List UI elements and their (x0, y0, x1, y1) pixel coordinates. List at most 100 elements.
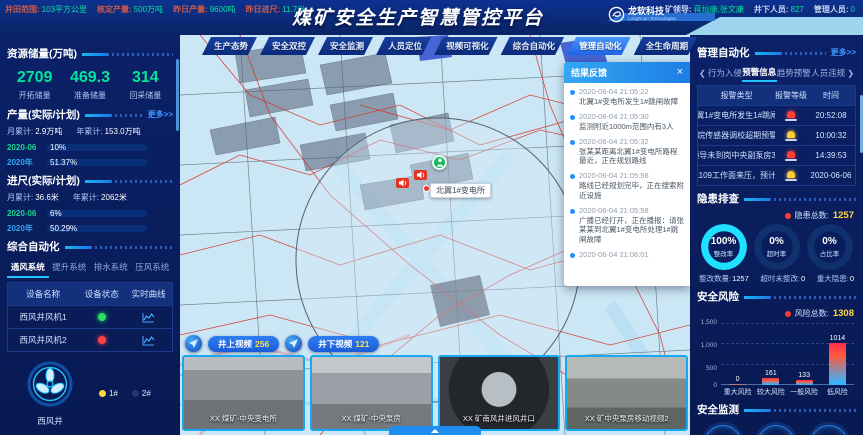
broadcast-alarm-icon[interactable] (414, 169, 427, 181)
tabs-prev-icon[interactable]: ❮ (697, 69, 708, 78)
legend-item-2[interactable]: 2# (132, 389, 151, 398)
broadcast-alarm-icon[interactable] (396, 177, 409, 189)
video-thumbnail[interactable]: XX 煤矿-中央变电所 (182, 355, 305, 431)
fan-label: 西风井 (7, 415, 93, 427)
alarm-row[interactable]: 某领导未到岗中央副泵房3-3... 14:39:53 (698, 146, 855, 166)
alarm-bell-icon (785, 111, 797, 121)
page-title: 煤矿安全生产智慧管控平台 (292, 3, 544, 30)
hazard-gauges: 100%整改率 0%超时率 0%占比率 (697, 224, 856, 270)
device-row[interactable]: 西风井风机1 (8, 306, 172, 329)
feedback-item: 2020-06-04 21:05:32张某某距离北翼1#变电所路程最近，正在规划… (564, 133, 690, 168)
alarm-bell-icon (785, 171, 797, 181)
video-thumbnails: XX 煤矿-中央变电所 XX 煤矿-中央泵房 XX 矿南风井进风井口 XX 矿中… (182, 355, 688, 431)
logo-swirl-icon (608, 6, 625, 23)
main-nav: 生产态势 安全双控 安全监测 人员定位 视频可视化 综合自动化 管理自动化 全生… (202, 37, 697, 55)
mine-map[interactable]: 北翼1#变电所 结果反馈 × 2020-06-04 21:05:22北翼1#变电… (180, 35, 690, 435)
tab-drainage-system[interactable]: 排水系统 (90, 258, 132, 278)
curve-chart-icon[interactable] (142, 335, 155, 346)
fan-status-area: 西风井 1# 2# (7, 360, 173, 427)
footage-cumulative: 月累计:36.6米 年累计:2062米 (7, 192, 173, 203)
tab-personnel-location[interactable]: 人员定位 (376, 37, 431, 55)
risk-total: 风险总数:1308 (699, 308, 854, 319)
video-buttons: 井上视频256 井下视频121 (185, 335, 688, 352)
collapse-video-strip-button[interactable] (389, 426, 481, 435)
stat-underground-personnel: 井下人员:827 (754, 4, 804, 15)
underground-video-icon-button[interactable] (285, 335, 302, 352)
tab-trend-warning[interactable]: 趋势预警 (777, 65, 811, 81)
tab-personnel-violation[interactable]: 人员违规 (811, 65, 845, 81)
video-thumbnail[interactable]: XX 矿南风井进风井口 (438, 355, 561, 431)
hazard-total: 隐患总数:1257 (699, 210, 854, 221)
tabs-next-icon[interactable]: ❯ (845, 69, 856, 78)
person-icon (436, 158, 444, 167)
legend-item-1[interactable]: 1# (99, 389, 118, 398)
bar-major-risk: 0 (721, 323, 754, 385)
red-dot-icon (785, 213, 791, 219)
alarm-row[interactable]: 甲烷传感器调校超期预警... 10:00:32 (698, 126, 855, 146)
tab-safety-monitoring[interactable]: 安全监测 (318, 37, 373, 55)
tab-full-lifecycle[interactable]: 全生命周期 (634, 37, 698, 55)
tab-production-situation[interactable]: 生产态势 (202, 37, 257, 55)
section-reserves-header: 资源储量(万吨) (7, 46, 173, 61)
section-footage-header: 进尺(实际/计划) (7, 173, 173, 188)
curve-chart-icon[interactable] (142, 312, 155, 323)
section-automation-header: 综合自动化 (7, 239, 173, 254)
alarm-tabs: ❮ 行为入侵 预警信息 趋势预警 人员违规 ❯ (697, 64, 856, 82)
tab-behavior-intrusion[interactable]: 行为入侵 (708, 65, 742, 81)
gauge-proportion-rate: 0%占比率 (807, 224, 853, 270)
substation-marker-label[interactable]: 北翼1#变电所 (430, 183, 491, 198)
tab-warning-info[interactable]: 预警信息 (742, 64, 776, 82)
output-cumulative: 月累计:2.9万吨 年累计:153.0万吨 (7, 126, 173, 137)
surface-video-icon-button[interactable] (185, 335, 202, 352)
reserve-item: 469.3准备储量 (62, 69, 117, 101)
automation-tabs: 通风系统 提升系统 排水系统 压风系统 (7, 258, 173, 278)
monitor-items: 断电数量: 0 报警数量: 0 故障数量: 0 (697, 425, 856, 435)
left-panel-scrollbar[interactable] (176, 59, 179, 131)
section-hazard-header: 隐患排查 (697, 191, 856, 206)
reserves-values: 2709开拓储量 469.3准备储量 314回采储量 (7, 69, 173, 101)
tab-ventilation-system[interactable]: 通风系统 (7, 258, 49, 278)
tab-hoisting-system[interactable]: 提升系统 (49, 258, 91, 278)
surface-video-button[interactable]: 井上视频256 (208, 336, 279, 352)
section-monitor-header: 安全监测 (697, 402, 856, 417)
section-management-header: 管理自动化更多>> (697, 45, 856, 60)
output-year-bar: 2020年51.37% (7, 157, 173, 168)
person-location-pin[interactable] (432, 155, 447, 170)
alarm-row[interactable]: 北翼1#变电所发生1#跳闸... 20:52:08 (698, 106, 855, 126)
device-table: 设备名称 设备状态 实时曲线 西风井风机1 西风井风机2 (7, 282, 173, 352)
reserve-item: 2709开拓储量 (7, 69, 62, 101)
monitor-power-cut: 断电数量: 0 (704, 425, 742, 435)
video-thumbnail[interactable]: XX 煤矿-中央泵房 (310, 355, 433, 431)
reserve-item: 314回采储量 (118, 69, 173, 101)
send-icon (289, 339, 298, 348)
red-dot-icon (785, 311, 791, 317)
section-risk-header: 安全风险 (697, 289, 856, 304)
feedback-item: 2020-06-04 21:05:22北翼1#变电所发生1#跳闸故障 (564, 83, 690, 108)
monitor-fault: 故障数量: 0 (810, 425, 848, 435)
substation-marker-dot[interactable] (423, 185, 430, 192)
stat-field-area: 井田范围:103平方公里 (5, 4, 87, 15)
tab-safety-dual-control[interactable]: 安全双控 (260, 37, 315, 55)
close-icon[interactable]: × (677, 67, 683, 78)
output-more-link[interactable]: 更多>> (148, 109, 173, 120)
alarm-bell-icon (785, 131, 797, 141)
monitor-alarm: 报警数量: 0 (757, 425, 795, 435)
underground-video-button[interactable]: 井下视频121 (308, 336, 379, 352)
stat-yesterday-output: 昨日产量:9600吨 (173, 4, 235, 15)
popup-header: 结果反馈 × (564, 62, 690, 83)
stat-managers: 管理人员:0 (814, 4, 855, 15)
device-table-header: 设备名称 设备状态 实时曲线 (8, 283, 172, 306)
video-thumbnail[interactable]: XX 矿中央泵房移动视频2 (565, 355, 688, 431)
right-panel: 管理自动化更多>> ❮ 行为入侵 预警信息 趋势预警 人员违规 ❯ 报警类型 报… (690, 35, 863, 435)
tab-management-automation[interactable]: 管理自动化 (567, 37, 631, 55)
tab-integrated-automation[interactable]: 综合自动化 (501, 37, 565, 55)
alarm-table: 报警类型 报警等级 时间 北翼1#变电所发生1#跳闸... 20:52:08 甲… (697, 85, 856, 186)
stat-mine-leaders: 矿领导:蒋灿康,张文康 (665, 4, 744, 15)
device-row[interactable]: 西风井风机2 (8, 329, 172, 351)
management-more-link[interactable]: 更多>> (831, 47, 856, 58)
tab-compressed-air-system[interactable]: 压风系统 (132, 258, 174, 278)
gauge-rectification-rate: 100%整改率 (701, 224, 747, 270)
alarm-row[interactable]: 21109工作面来压，预计... 2020-06-06 (698, 166, 855, 185)
tab-video-visualization[interactable]: 视频可视化 (434, 37, 498, 55)
collapse-arrow-icon (431, 429, 439, 433)
